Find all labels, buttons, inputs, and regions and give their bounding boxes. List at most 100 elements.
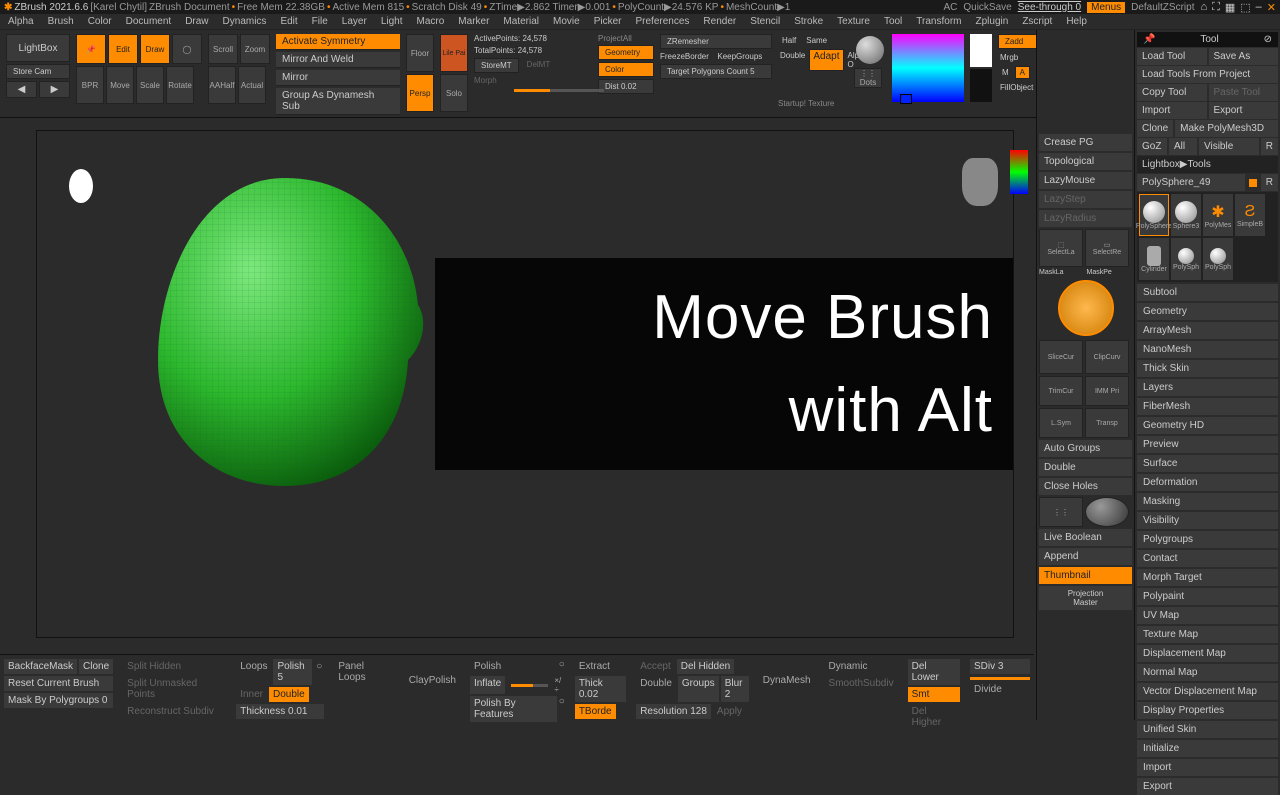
- black-swatch[interactable]: [970, 69, 992, 102]
- sec-preview[interactable]: Preview: [1137, 436, 1278, 453]
- color-button[interactable]: Color: [598, 62, 654, 77]
- maskla[interactable]: MaskLa: [1039, 269, 1085, 276]
- clipcur[interactable]: ClipCurv: [1085, 340, 1129, 374]
- menu-material[interactable]: Material: [503, 16, 539, 27]
- lsym[interactable]: L.Sym: [1039, 408, 1083, 438]
- dist-slider[interactable]: Dist 0.02: [598, 79, 654, 94]
- projectall[interactable]: ProjectAll: [598, 34, 654, 43]
- sec-deformation[interactable]: Deformation: [1137, 474, 1278, 491]
- thickness[interactable]: Thickness 0.01: [236, 704, 324, 719]
- mesh-object[interactable]: [140, 170, 430, 490]
- sec-polygroups[interactable]: Polygroups: [1137, 531, 1278, 548]
- minimize-icon[interactable]: –: [1256, 1, 1262, 14]
- menu-transform[interactable]: Transform: [916, 16, 961, 27]
- thumb-polysph1[interactable]: PolySph: [1171, 238, 1201, 280]
- closeholes[interactable]: Close Holes: [1039, 478, 1132, 495]
- lazyradius[interactable]: LazyRadius: [1039, 210, 1132, 227]
- trimcur[interactable]: TrimCur: [1039, 376, 1083, 406]
- expand-icon[interactable]: ⛶: [1212, 1, 1220, 14]
- half-button[interactable]: Half: [778, 34, 800, 47]
- aahalf-button[interactable]: AAHalf: [208, 66, 236, 104]
- menu-brush[interactable]: Brush: [48, 16, 74, 27]
- keepgroups[interactable]: KeepGroups: [717, 52, 762, 61]
- sec-arraymesh[interactable]: ArrayMesh: [1137, 322, 1278, 339]
- export[interactable]: Export: [1209, 102, 1279, 119]
- sec-import[interactable]: Import: [1137, 759, 1278, 776]
- rpanel-double[interactable]: Double: [1039, 459, 1132, 476]
- dots-stroke[interactable]: ⋮⋮Dots: [854, 68, 882, 88]
- topological[interactable]: Topological: [1039, 153, 1132, 170]
- sec-texturemap[interactable]: Texture Map: [1137, 626, 1278, 643]
- thumb-polymes[interactable]: ✱PolyMes: [1203, 194, 1233, 236]
- menu-stroke[interactable]: Stroke: [794, 16, 823, 27]
- actual-button[interactable]: Actual: [238, 66, 266, 104]
- transp[interactable]: Transp: [1085, 408, 1129, 438]
- smoothsubdiv[interactable]: SmoothSubdiv: [825, 676, 898, 691]
- mirror[interactable]: Mirror: [276, 70, 400, 86]
- color-swatch[interactable]: [900, 94, 912, 104]
- sec-polypaint[interactable]: Polypaint: [1137, 588, 1278, 605]
- next-cam-button[interactable]: ▶: [39, 81, 70, 98]
- sec-morphtarget[interactable]: Morph Target: [1137, 569, 1278, 586]
- close-icon[interactable]: ✕: [1267, 1, 1276, 14]
- sec-subtool[interactable]: Subtool: [1137, 284, 1278, 301]
- sec-export[interactable]: Export: [1137, 778, 1278, 795]
- immpri[interactable]: IMM Pri: [1085, 376, 1129, 406]
- load-tool[interactable]: Load Tool: [1137, 48, 1207, 65]
- tborde[interactable]: TBorde: [575, 704, 616, 719]
- apply[interactable]: Apply: [713, 704, 746, 719]
- default-script[interactable]: DefaultZScript: [1131, 2, 1194, 13]
- adapt-button[interactable]: Adapt: [809, 49, 843, 71]
- del-higher[interactable]: Del Higher: [908, 704, 960, 730]
- delmt-button[interactable]: DelMT: [521, 58, 557, 73]
- crease-pg[interactable]: Crease PG: [1039, 134, 1132, 151]
- autogroups[interactable]: Auto Groups: [1039, 440, 1132, 457]
- import[interactable]: Import: [1137, 102, 1207, 119]
- rotate-button[interactable]: Rotate: [166, 66, 194, 104]
- paste-tool[interactable]: Paste Tool: [1209, 84, 1279, 101]
- persp-button[interactable]: Persp: [406, 74, 434, 112]
- copy-tool[interactable]: Copy Tool: [1137, 84, 1207, 101]
- save-as[interactable]: Save As: [1209, 48, 1279, 65]
- menu-light[interactable]: Light: [381, 16, 403, 27]
- axis-gizmo-icon[interactable]: [1010, 150, 1028, 194]
- prev-cam-button[interactable]: ◀: [6, 81, 37, 98]
- menu-help[interactable]: Help: [1066, 16, 1087, 27]
- brush-circle-icon[interactable]: [1058, 280, 1114, 336]
- lightbox-button[interactable]: LightBox: [6, 34, 70, 62]
- menu-preferences[interactable]: Preferences: [635, 16, 689, 27]
- move-button[interactable]: Move: [106, 66, 134, 104]
- sec-fibermesh[interactable]: FiberMesh: [1137, 398, 1278, 415]
- sec-surface[interactable]: Surface: [1137, 455, 1278, 472]
- menu-stencil[interactable]: Stencil: [750, 16, 780, 27]
- sec-visibility[interactable]: Visibility: [1137, 512, 1278, 529]
- zoom-button[interactable]: Zoom: [240, 34, 270, 64]
- reset-brush[interactable]: Reset Current Brush: [4, 676, 113, 691]
- all[interactable]: All: [1169, 138, 1197, 155]
- blur[interactable]: Blur 2: [721, 676, 749, 702]
- clone[interactable]: Clone: [1137, 120, 1173, 137]
- sec-thickskin[interactable]: Thick Skin: [1137, 360, 1278, 377]
- sec-layers[interactable]: Layers: [1137, 379, 1278, 396]
- reconstruct[interactable]: Reconstruct Subdiv: [123, 704, 226, 719]
- startup-texture[interactable]: Startup! Texture: [778, 99, 848, 108]
- tool-close-icon[interactable]: ⊘: [1264, 34, 1272, 45]
- double-bottom[interactable]: Double: [269, 687, 309, 702]
- fullscreen-icon[interactable]: ⬚: [1240, 1, 1250, 14]
- thick[interactable]: Thick 0.02: [575, 676, 626, 702]
- polish[interactable]: Polish: [470, 659, 505, 674]
- sec-geometry[interactable]: Geometry: [1137, 303, 1278, 320]
- sec-normalmap[interactable]: Normal Map: [1137, 664, 1278, 681]
- split-hidden[interactable]: Split Hidden: [123, 659, 226, 674]
- clone-bottom[interactable]: Clone: [79, 659, 113, 674]
- mirror-weld[interactable]: Mirror And Weld: [276, 52, 400, 68]
- bpr-button[interactable]: BPR: [76, 66, 104, 104]
- group-dynamesh[interactable]: Group As Dynamesh Sub: [276, 88, 400, 115]
- visible[interactable]: Visible: [1199, 138, 1259, 155]
- panel-loops[interactable]: Panel Loops: [334, 659, 394, 685]
- menu-alpha[interactable]: Alpha: [8, 16, 34, 27]
- a-button[interactable]: A: [1015, 66, 1030, 79]
- divide[interactable]: Divide: [970, 682, 1030, 697]
- append[interactable]: Append: [1039, 548, 1132, 565]
- thumb-cylinder[interactable]: Cylinder: [1139, 238, 1169, 280]
